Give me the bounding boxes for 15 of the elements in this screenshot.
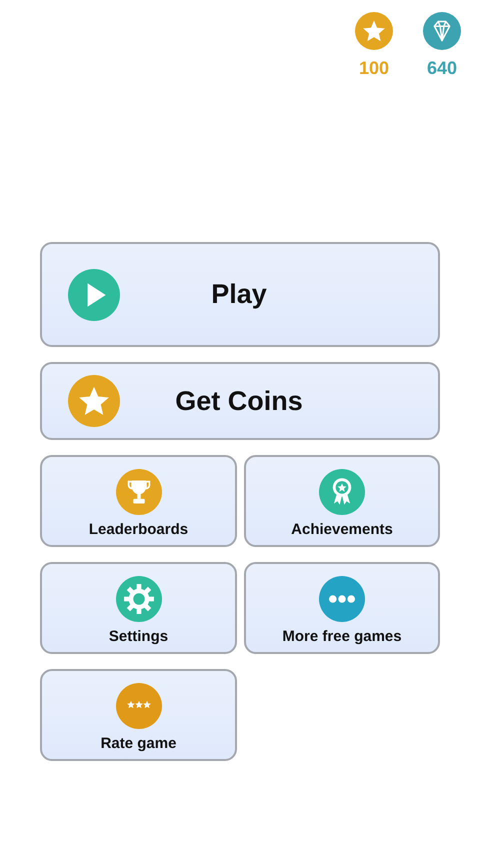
menu-tile[interactable]: Leaderboards [40, 455, 237, 547]
currency-amount: 100 [358, 58, 390, 79]
menu-tile[interactable]: Settings [40, 562, 237, 654]
menu-tile[interactable]: Rate game [40, 669, 237, 761]
trophy-icon [116, 468, 162, 514]
get-coins-button[interactable]: Get Coins [40, 362, 440, 440]
currency-amount: 640 [426, 58, 458, 79]
rating-icon [116, 682, 162, 728]
play-button[interactable]: Play [40, 242, 440, 347]
menu-tile[interactable]: More free games [244, 562, 440, 654]
more-icon [319, 576, 365, 622]
menu-tile[interactable]: Achievements [244, 455, 440, 547]
play-icon [68, 268, 120, 320]
medal-icon [319, 468, 365, 514]
gear-icon [116, 576, 162, 622]
